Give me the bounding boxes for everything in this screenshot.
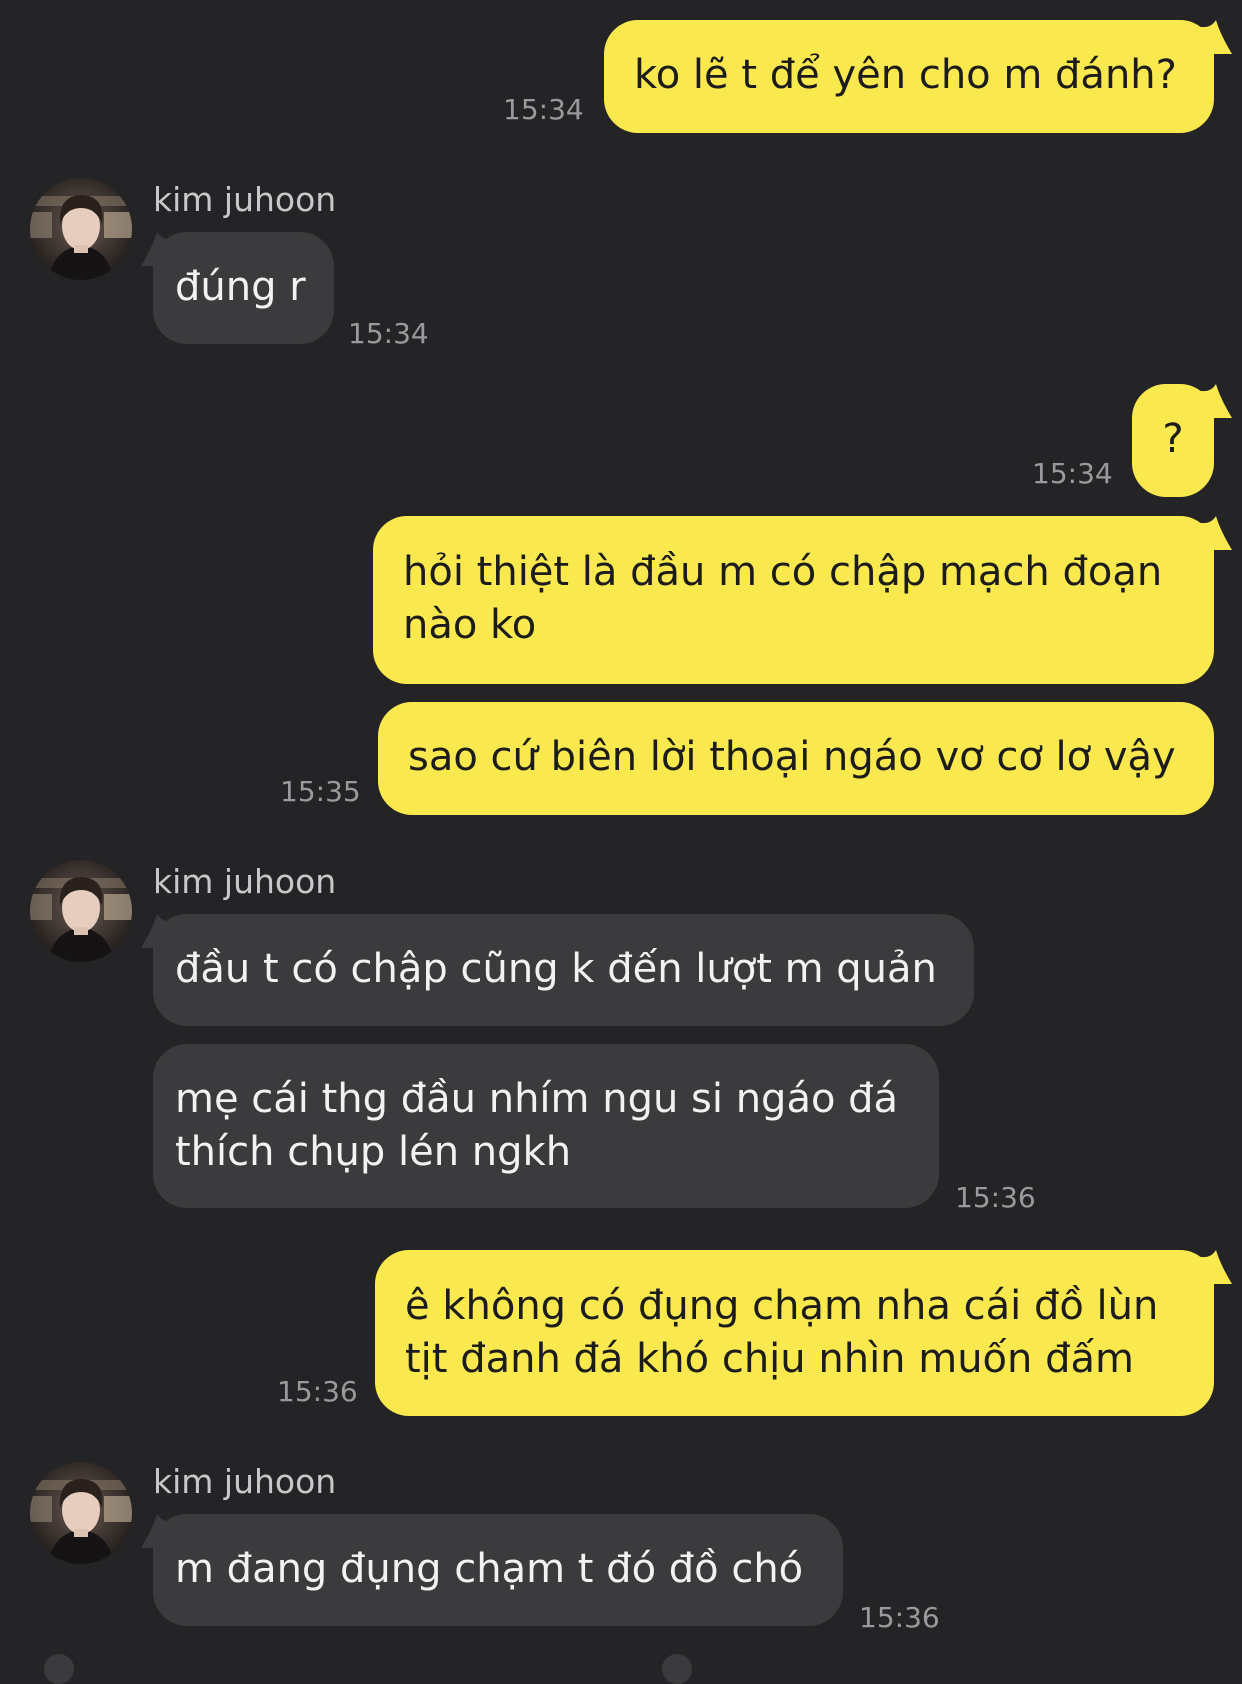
- bubble-tail-icon: [1196, 384, 1232, 418]
- sender-name: kim juhoon: [153, 180, 337, 219]
- profile-photo-icon: [30, 178, 132, 280]
- bubble-tail-icon: [141, 1514, 177, 1548]
- sender-name: kim juhoon: [153, 1462, 337, 1501]
- message-text: đúng r: [175, 264, 306, 310]
- bubble-tail-icon: [1196, 1250, 1232, 1284]
- outgoing-message-bubble[interactable]: ê không có đụng chạm nha cái đồ lùn tịt …: [375, 1250, 1214, 1416]
- contact-avatar[interactable]: [30, 178, 132, 280]
- bubble-tail-icon: [141, 232, 177, 266]
- incoming-message-bubble[interactable]: mẹ cái thg đầu nhím ngu si ngáo đá thích…: [153, 1044, 939, 1208]
- contact-avatar[interactable]: [30, 1462, 132, 1564]
- incoming-message-bubble[interactable]: đầu t có chập cũng k đến lượt m quản: [153, 914, 974, 1026]
- message-timestamp: 15:34: [503, 93, 584, 126]
- bubble-tail-icon: [1196, 20, 1232, 54]
- message-text-line: thích chụp lén ngkh: [175, 1129, 572, 1175]
- incoming-message-bubble[interactable]: đúng r: [153, 232, 334, 344]
- contact-avatar[interactable]: [30, 860, 132, 962]
- message-text-line: nào ko: [403, 602, 537, 648]
- outgoing-message-bubble[interactable]: hỏi thiệt là đầu m có chập mạch đoạn nào…: [373, 516, 1214, 684]
- message-timestamp: 15:36: [859, 1601, 940, 1634]
- partial-avatar: [44, 1654, 74, 1684]
- profile-photo-icon: [30, 1462, 132, 1564]
- message-text-line: ê không có đụng chạm nha cái đồ lùn: [405, 1283, 1159, 1329]
- bubble-tail-icon: [1196, 516, 1232, 550]
- outgoing-message-bubble[interactable]: ko lẽ t để yên cho m đánh?: [604, 20, 1214, 133]
- outgoing-message-bubble[interactable]: sao cứ biên lời thoại ngáo vơ cơ lơ vậy: [378, 702, 1214, 815]
- message-text-line: hỏi thiệt là đầu m có chập mạch đoạn: [403, 549, 1163, 595]
- message-text-line: mẹ cái thg đầu nhím ngu si ngáo đá: [175, 1076, 899, 1122]
- message-text: ?: [1162, 416, 1184, 462]
- message-timestamp: 15:34: [348, 317, 429, 350]
- message-text: đầu t có chập cũng k đến lượt m quản: [175, 946, 937, 992]
- sender-name: kim juhoon: [153, 862, 337, 901]
- message-timestamp: 15:36: [277, 1375, 358, 1408]
- message-timestamp: 15:35: [280, 775, 361, 808]
- message-text: ko lẽ t để yên cho m đánh?: [634, 52, 1177, 98]
- profile-photo-icon: [30, 860, 132, 962]
- message-timestamp: 15:36: [955, 1181, 1036, 1214]
- message-text-line: tịt đanh đá khó chịu nhìn muốn đấm: [405, 1336, 1134, 1382]
- chat-thread[interactable]: 15:34 ko lẽ t để yên cho m đánh? kim juh…: [0, 0, 1242, 1684]
- partial-avatar: [662, 1654, 692, 1684]
- message-text: m đang đụng chạm t đó đồ chó: [175, 1546, 804, 1592]
- message-text: sao cứ biên lời thoại ngáo vơ cơ lơ vậy: [408, 734, 1176, 780]
- incoming-message-bubble[interactable]: m đang đụng chạm t đó đồ chó: [153, 1514, 843, 1626]
- message-timestamp: 15:34: [1032, 457, 1113, 490]
- bubble-tail-icon: [141, 914, 177, 948]
